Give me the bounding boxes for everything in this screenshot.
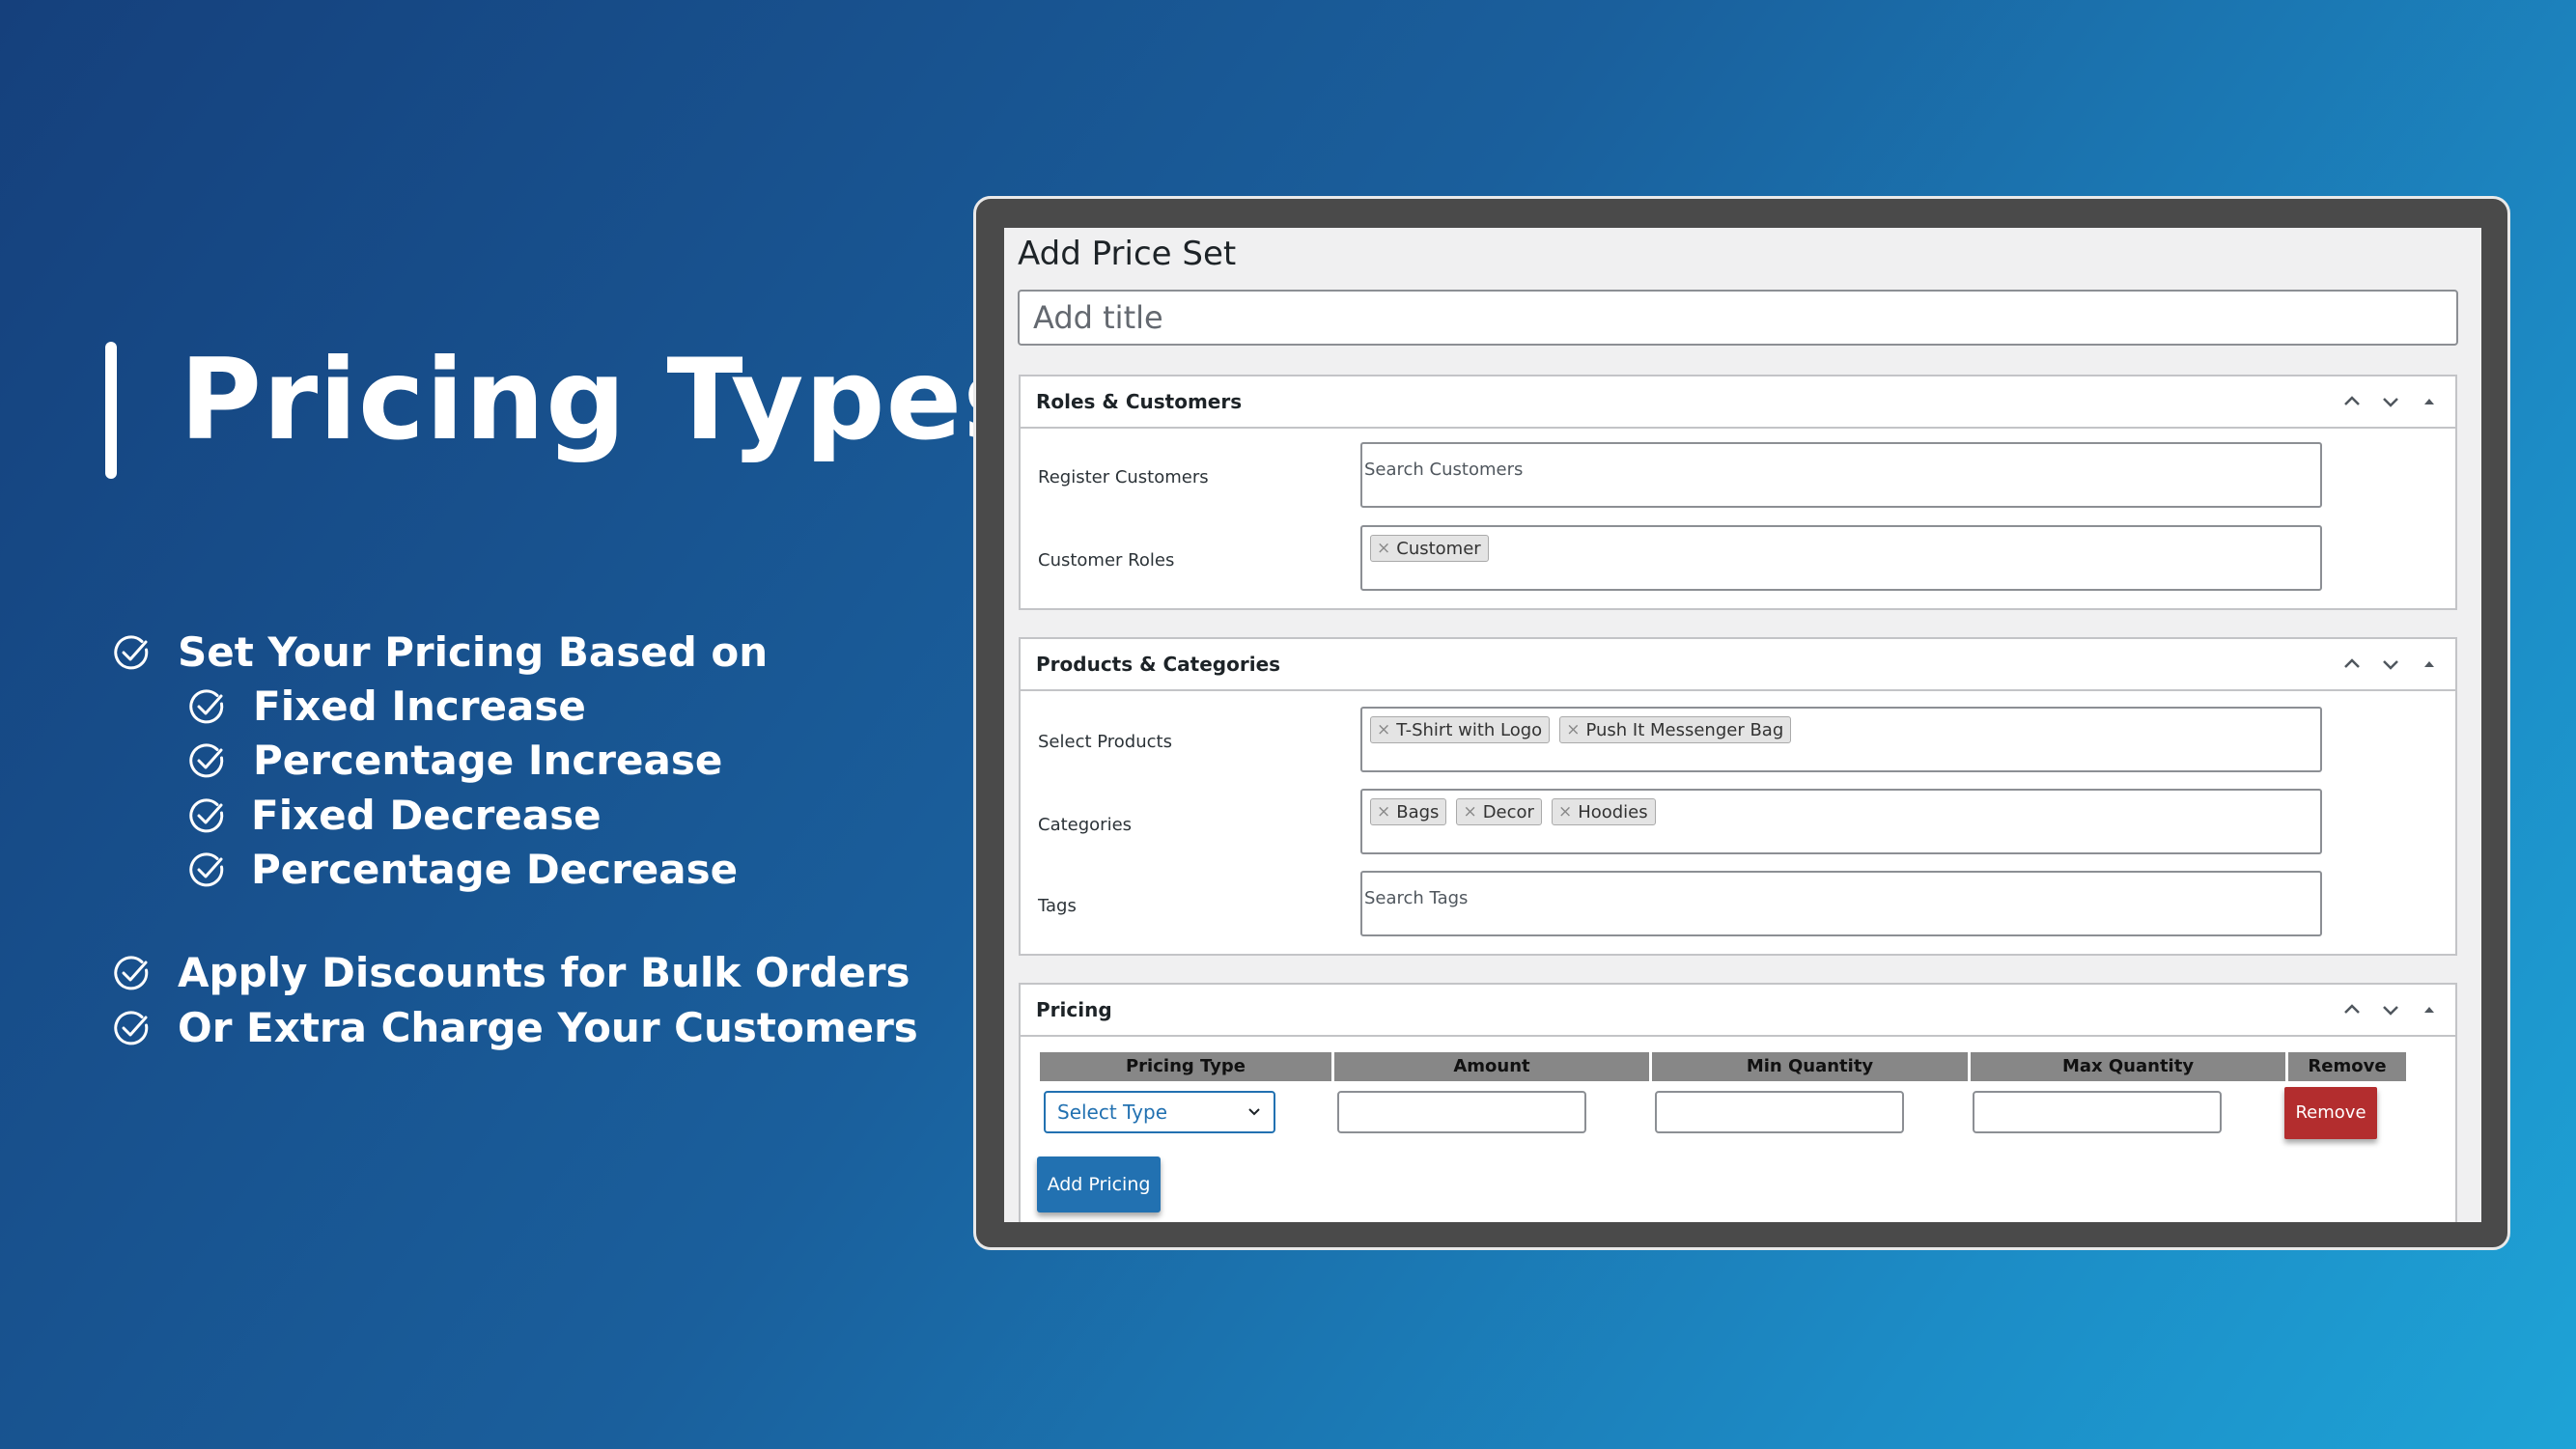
- chevron-down-icon[interactable]: [2378, 997, 2403, 1022]
- remove-button[interactable]: Remove: [2284, 1087, 2377, 1139]
- chip-list: × T-Shirt with Logo × Push It Messenger Ba…: [1370, 716, 1792, 743]
- chevron-down-icon[interactable]: [2378, 389, 2403, 414]
- chip-remove-icon[interactable]: ×: [1566, 718, 1580, 742]
- chip-remove-icon[interactable]: ×: [1377, 718, 1390, 742]
- admin-screen: Add Price Set Add title Roles & Customer…: [1004, 228, 2481, 1222]
- product-chip: × Push It Messenger Bag: [1559, 716, 1792, 743]
- chip-remove-icon[interactable]: ×: [1377, 800, 1390, 824]
- box-header: Products & Categories: [1021, 639, 2455, 691]
- amount-input[interactable]: [1337, 1091, 1586, 1133]
- chip-label: Customer: [1396, 538, 1481, 559]
- chip-list: × Customer: [1370, 535, 1489, 562]
- search-tags-placeholder: Search Tags: [1364, 888, 1469, 908]
- box-tools: [2339, 985, 2442, 1035]
- pricing-box: Pricing Pricing Type Amount Min Quantity…: [1019, 983, 2457, 1222]
- customer-roles-label: Customer Roles: [1038, 550, 1175, 571]
- register-customers-label: Register Customers: [1038, 467, 1209, 488]
- chevron-up-icon[interactable]: [2339, 652, 2365, 677]
- check-circle-icon: [114, 1011, 149, 1045]
- role-chip: × Customer: [1370, 535, 1489, 562]
- collapse-arrow-icon[interactable]: [2417, 997, 2442, 1022]
- chip-list: × Bags × Decor × Hoodies: [1370, 798, 1656, 825]
- feature-subitem: Fixed Increase: [187, 680, 586, 734]
- categories-field[interactable]: × Bags × Decor × Hoodies: [1360, 789, 2322, 854]
- category-chip: × Hoodies: [1551, 798, 1656, 825]
- feature-text: Percentage Decrease: [251, 846, 739, 893]
- search-customers-placeholder: Search Customers: [1364, 460, 1524, 480]
- pricing-type-select[interactable]: Select Type: [1044, 1091, 1275, 1133]
- pricing-table-header: Pricing Type Amount Min Quantity Max Qua…: [1040, 1052, 2406, 1081]
- chip-label: Decor: [1482, 801, 1534, 822]
- chevron-down-icon[interactable]: [2378, 652, 2403, 677]
- feature-text: Percentage Increase: [253, 737, 723, 784]
- chip-label: T-Shirt with Logo: [1396, 719, 1543, 740]
- feature-subitem: Fixed Decrease: [187, 789, 602, 843]
- feature-subitem: Percentage Decrease: [187, 843, 738, 897]
- box-tools: [2339, 376, 2442, 427]
- tags-label: Tags: [1038, 896, 1077, 916]
- search-tags-input[interactable]: Search Tags: [1360, 871, 2322, 936]
- category-chip: × Bags: [1370, 798, 1447, 825]
- chevron-up-icon[interactable]: [2339, 389, 2365, 414]
- column-header: Max Quantity: [1971, 1052, 2285, 1081]
- chip-remove-icon[interactable]: ×: [1463, 800, 1476, 824]
- product-chip: × T-Shirt with Logo: [1370, 716, 1551, 743]
- max-quantity-input[interactable]: [1973, 1091, 2222, 1133]
- accent-bar: [105, 342, 117, 479]
- feature-item: Or Extra Charge Your Customers: [112, 1001, 918, 1055]
- collapse-arrow-icon[interactable]: [2417, 652, 2442, 677]
- check-circle-icon: [114, 956, 149, 990]
- chevron-down-icon: [1248, 1108, 1260, 1116]
- category-chip: × Decor: [1456, 798, 1542, 825]
- column-header: Amount: [1334, 1052, 1649, 1081]
- check-circle-icon: [189, 798, 224, 833]
- chevron-up-icon[interactable]: [2339, 997, 2365, 1022]
- box-title: Pricing: [1036, 998, 1112, 1021]
- products-categories-box: Products & Categories Select Products × T…: [1019, 637, 2457, 956]
- column-header: Remove: [2288, 1052, 2406, 1081]
- chip-label: Push It Messenger Bag: [1585, 719, 1784, 740]
- column-header: Pricing Type: [1040, 1052, 1331, 1081]
- chip-label: Bags: [1396, 801, 1440, 822]
- feature-item: Set Your Pricing Based on: [112, 626, 768, 680]
- add-pricing-button[interactable]: Add Pricing: [1037, 1156, 1161, 1212]
- categories-label: Categories: [1038, 815, 1133, 835]
- feature-subitem: Percentage Increase: [187, 734, 722, 788]
- box-title: Products & Categories: [1036, 653, 1281, 676]
- feature-text: Set Your Pricing Based on: [178, 628, 769, 676]
- page-title: Add Price Set: [1018, 235, 1237, 273]
- feature-text: Fixed Increase: [253, 683, 586, 730]
- chip-label: Hoodies: [1578, 801, 1648, 822]
- box-tools: [2339, 639, 2442, 689]
- collapse-arrow-icon[interactable]: [2417, 389, 2442, 414]
- search-customers-input[interactable]: Search Customers: [1360, 442, 2322, 508]
- min-quantity-input[interactable]: [1655, 1091, 1904, 1133]
- select-products-field[interactable]: × T-Shirt with Logo × Push It Messenger Ba…: [1360, 707, 2322, 772]
- column-header: Min Quantity: [1652, 1052, 1968, 1081]
- select-value: Select Type: [1057, 1101, 1167, 1124]
- check-circle-icon: [189, 743, 224, 778]
- check-circle-icon: [189, 852, 224, 887]
- feature-text: Apply Discounts for Bulk Orders: [178, 949, 910, 996]
- box-title: Roles & Customers: [1036, 390, 1243, 413]
- box-header: Roles & Customers: [1021, 376, 2455, 429]
- feature-item: Apply Discounts for Bulk Orders: [112, 946, 910, 1000]
- title-input[interactable]: Add title: [1018, 290, 2458, 346]
- chip-remove-icon[interactable]: ×: [1377, 537, 1390, 561]
- roles-customers-box: Roles & Customers Register Customers Sea…: [1019, 375, 2457, 610]
- check-circle-icon: [189, 689, 224, 724]
- check-circle-icon: [114, 635, 149, 670]
- customer-roles-field[interactable]: × Customer: [1360, 525, 2322, 591]
- feature-text: Fixed Decrease: [251, 792, 602, 839]
- box-header: Pricing: [1021, 985, 2455, 1037]
- select-products-label: Select Products: [1038, 732, 1172, 752]
- chip-remove-icon[interactable]: ×: [1558, 800, 1572, 824]
- feature-text: Or Extra Charge Your Customers: [178, 1004, 918, 1051]
- hero-title: Pricing Types: [180, 335, 1031, 465]
